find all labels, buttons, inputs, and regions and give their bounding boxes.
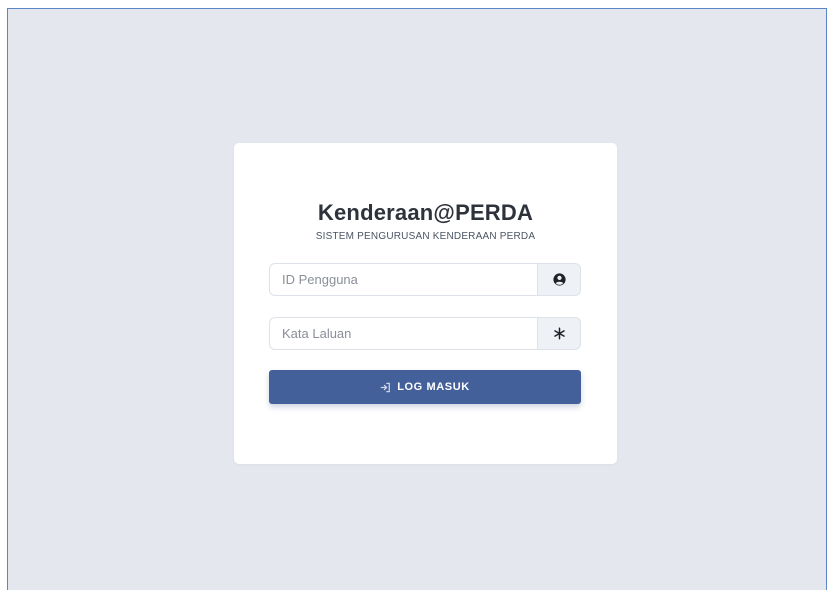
login-button-label: LOG MASUK: [397, 381, 470, 393]
username-group: [269, 263, 581, 296]
password-group: [269, 317, 581, 350]
page-background: Kenderaan@PERDA SISTEM PENGURUSAN KENDER…: [7, 8, 827, 590]
user-circle-icon: [537, 263, 581, 296]
asterisk-icon: [537, 317, 581, 350]
login-button[interactable]: LOG MASUK: [269, 370, 581, 404]
username-input[interactable]: [269, 263, 537, 296]
login-card: Kenderaan@PERDA SISTEM PENGURUSAN KENDER…: [234, 143, 617, 464]
password-input[interactable]: [269, 317, 537, 350]
sign-in-icon: [380, 382, 391, 393]
app-subtitle: SISTEM PENGURUSAN KENDERAAN PERDA: [315, 231, 536, 242]
app-title: Kenderaan@PERDA: [317, 200, 534, 225]
